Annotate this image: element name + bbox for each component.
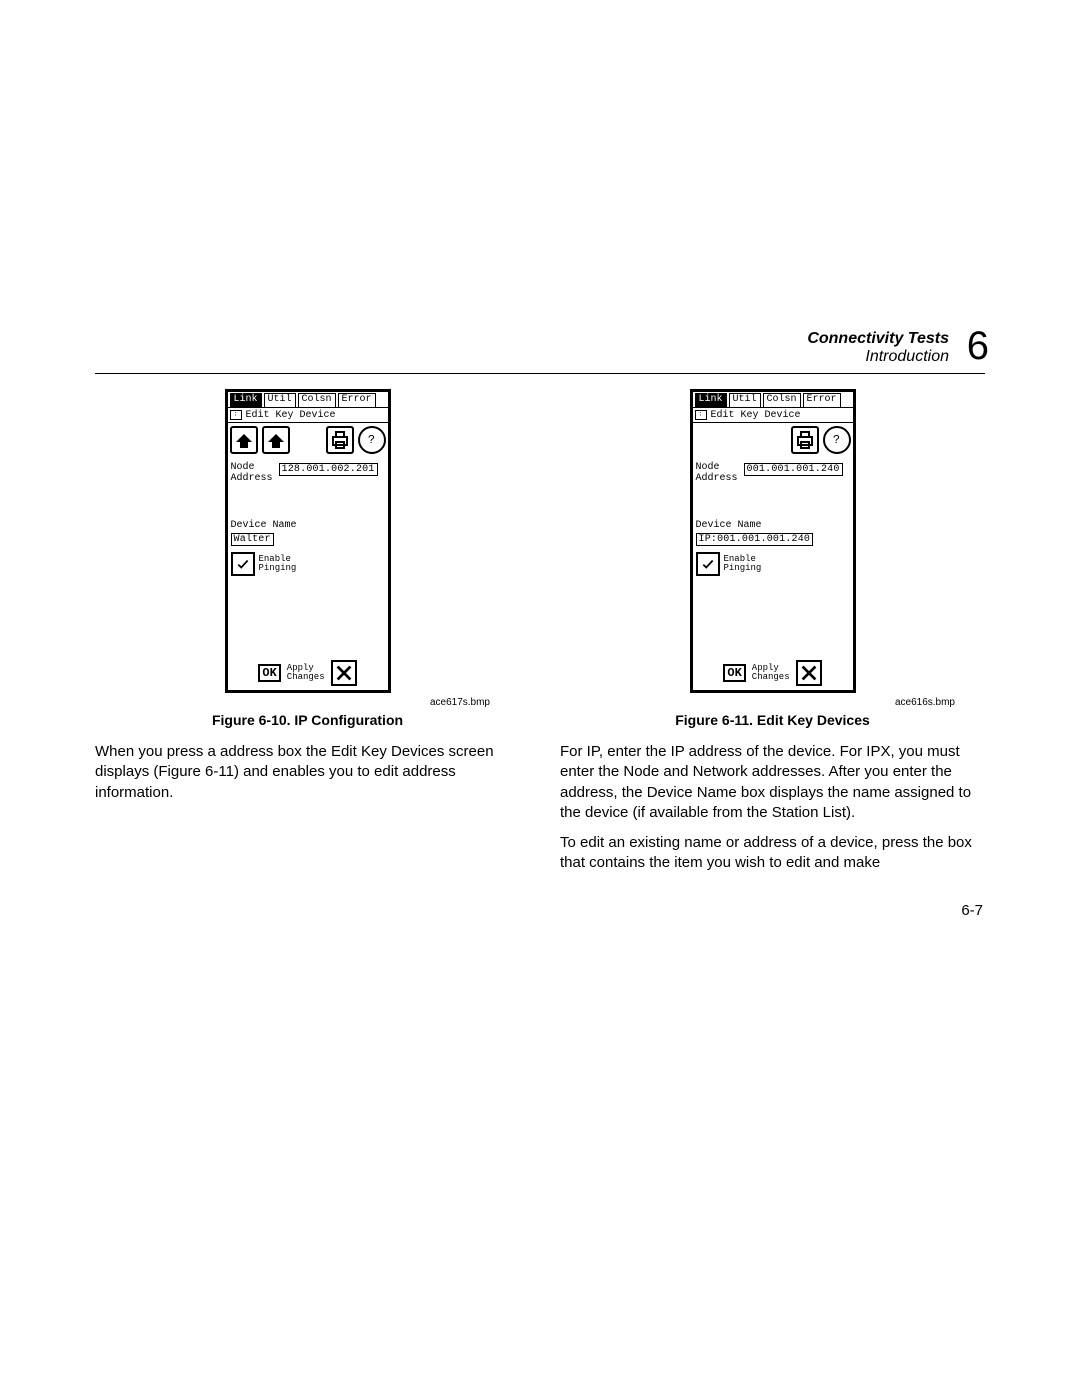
status-indicator-icon: ⋮ [230, 410, 242, 420]
enable-pinging-checkbox[interactable] [231, 552, 255, 576]
right-paragraph-1: For IP, enter the IP address of the devi… [560, 742, 985, 823]
device-name-input[interactable]: Walter [231, 533, 274, 546]
status-indicator-icon: ⋮ [695, 410, 707, 420]
apply-label-line2: Changes [287, 673, 325, 682]
device-name-input[interactable]: IP:001.001.001.240 [696, 533, 814, 546]
device-name-label: Device Name [228, 519, 388, 532]
node-label-line1: Node [696, 462, 720, 473]
enable-pinging-checkbox[interactable] [696, 552, 720, 576]
right-paragraph-2: To edit an existing name or address of a… [560, 833, 985, 874]
tab-link[interactable]: Link [230, 393, 262, 407]
enable-label-line2: Pinging [724, 564, 762, 573]
screen-title: Edit Key Device [711, 410, 801, 421]
device-name-label: Device Name [693, 519, 853, 532]
figure-caption-left: Figure 6-10. IP Configuration [95, 712, 520, 728]
page-number: 6-7 [560, 902, 985, 919]
node-address-input[interactable]: 128.001.002.201 [279, 463, 378, 476]
tab-util[interactable]: Util [729, 393, 761, 407]
node-label-line2: Address [231, 473, 273, 484]
enable-label-line2: Pinging [259, 564, 297, 573]
print-button[interactable] [791, 426, 819, 454]
tab-error[interactable]: Error [803, 393, 841, 407]
chapter-number: 6 [967, 324, 989, 369]
tab-util[interactable]: Util [264, 393, 296, 407]
node-label-line1: Node [231, 462, 255, 473]
node-address-input[interactable]: 001.001.001.240 [744, 463, 843, 476]
help-icon: ? [368, 433, 375, 447]
tab-link[interactable]: Link [695, 393, 727, 407]
apply-label-line2: Changes [752, 673, 790, 682]
cancel-button[interactable] [331, 660, 357, 686]
ok-button[interactable]: OK [723, 664, 745, 682]
bmp-filename-right: ace616s.bmp [560, 697, 955, 708]
up-key-2-button[interactable] [262, 426, 290, 454]
ok-button[interactable]: OK [258, 664, 280, 682]
tab-error[interactable]: Error [338, 393, 376, 407]
up-key-1-button[interactable] [230, 426, 258, 454]
page-header: Connectivity Tests Introduction 6 [95, 330, 985, 374]
device-screen-edit-key: Link Util Colsn Error ⋮ Edit Key Device … [690, 389, 856, 693]
print-button[interactable] [326, 426, 354, 454]
left-paragraph-1: When you press a address box the Edit Ke… [95, 742, 520, 803]
figure-caption-right: Figure 6-11. Edit Key Devices [560, 712, 985, 728]
header-title: Connectivity Tests [807, 330, 949, 348]
help-button[interactable]: ? [823, 426, 851, 454]
screen-title: Edit Key Device [246, 410, 336, 421]
bmp-filename-left: ace617s.bmp [95, 697, 490, 708]
device-screen-ip-config: Link Util Colsn Error ⋮ Edit Key Device [225, 389, 391, 693]
tab-colsn[interactable]: Colsn [298, 393, 336, 407]
help-button[interactable]: ? [358, 426, 386, 454]
cancel-button[interactable] [796, 660, 822, 686]
header-subtitle: Introduction [807, 348, 949, 366]
tab-colsn[interactable]: Colsn [763, 393, 801, 407]
node-label-line2: Address [696, 473, 738, 484]
help-icon: ? [833, 433, 840, 447]
